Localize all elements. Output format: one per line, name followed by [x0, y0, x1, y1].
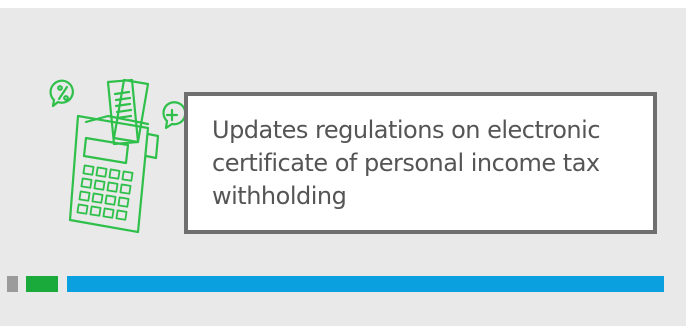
accent-bar-blue [67, 276, 664, 292]
accent-bar-gray [7, 276, 18, 292]
percent-bubble-icon [49, 79, 74, 108]
pos-terminal-icon [49, 78, 187, 234]
receipt-icon [106, 78, 150, 146]
page-title: Updates regulations on electronic certif… [212, 115, 601, 210]
title-box: Updates regulations on electronic certif… [184, 92, 657, 234]
accent-bar-green [26, 276, 58, 292]
plus-bubble-icon [162, 101, 187, 130]
